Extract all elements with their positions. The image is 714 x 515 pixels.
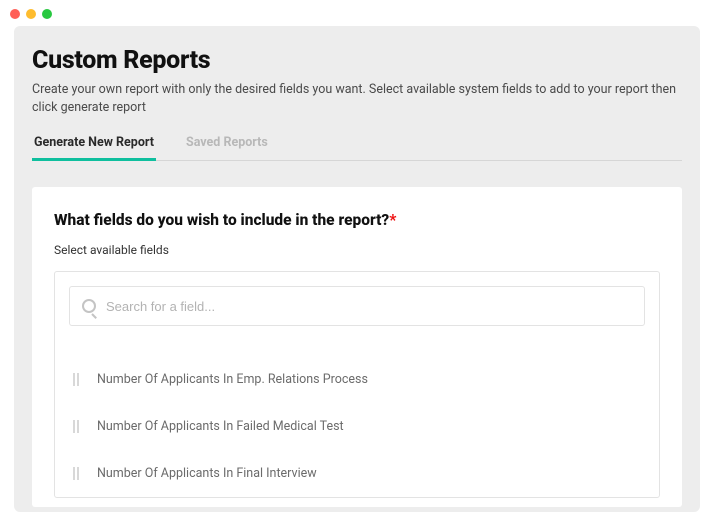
fields-helper: Select available fields: [54, 243, 660, 257]
field-row[interactable]: Number Of Applicants In Emp. Relations P…: [69, 356, 645, 403]
search-field-wrap[interactable]: [69, 286, 645, 326]
fields-question-text: What fields do you wish to include in th…: [54, 211, 389, 229]
drag-handle-icon[interactable]: [73, 420, 79, 433]
required-star: *: [389, 211, 396, 229]
field-row[interactable]: Number Of Applicants In Final Interview: [69, 450, 645, 497]
field-label: Number Of Applicants In Emp. Relations P…: [97, 372, 368, 387]
tabs: Generate New Report Saved Reports: [32, 135, 682, 161]
fields-question: What fields do you wish to include in th…: [54, 211, 660, 229]
window-frame: Custom Reports Create your own report wi…: [0, 0, 714, 515]
field-row[interactable]: Number Of Applicants In Failed Medical T…: [69, 403, 645, 450]
field-label: Number Of Applicants In Failed Medical T…: [97, 419, 344, 434]
page-container: Custom Reports Create your own report wi…: [14, 26, 700, 512]
search-input[interactable]: [106, 299, 632, 314]
page-subtitle: Create your own report with only the des…: [32, 81, 682, 117]
search-icon: [82, 299, 96, 313]
page-title: Custom Reports: [32, 46, 682, 75]
window-minimize-icon[interactable]: [26, 9, 36, 19]
window-zoom-icon[interactable]: [42, 9, 52, 19]
window-close-icon[interactable]: [10, 9, 20, 19]
available-fields-box: Number Of Applicants In Emp. Relations P…: [54, 271, 660, 498]
drag-handle-icon[interactable]: [73, 467, 79, 480]
tab-generate-new-report[interactable]: Generate New Report: [32, 135, 156, 160]
tab-saved-reports[interactable]: Saved Reports: [184, 135, 270, 160]
drag-handle-icon[interactable]: [73, 373, 79, 386]
window-titlebar: [0, 0, 714, 22]
field-label: Number Of Applicants In Final Interview: [97, 466, 317, 481]
report-builder-card: What fields do you wish to include in th…: [32, 187, 682, 507]
